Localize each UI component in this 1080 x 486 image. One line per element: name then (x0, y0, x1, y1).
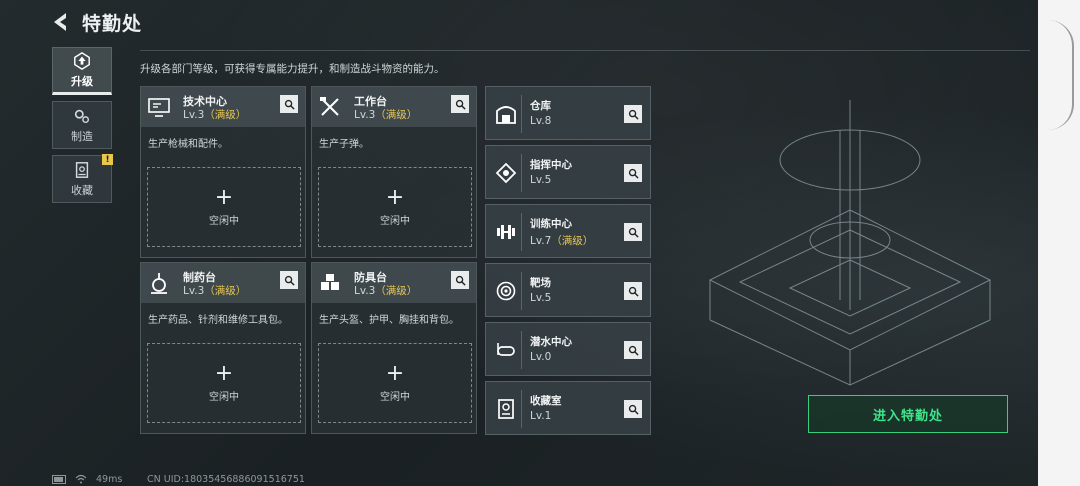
card-level: Lv.3（满级） (354, 109, 418, 121)
header-divider (140, 50, 1030, 51)
card-description: 生产药品、针剂和维修工具包。 (148, 315, 288, 326)
search-icon (628, 168, 639, 179)
collection-room-icon (497, 399, 514, 419)
facility-level: Lv.1 (530, 410, 552, 422)
enter-special-ops-button[interactable]: 进入特勤处 (808, 395, 1008, 433)
pharmacy-icon (151, 273, 167, 294)
nav-label: 升级 (71, 74, 93, 88)
nav-label: 制造 (71, 129, 93, 143)
facility-card-workbench: 工作台 Lv.3（满级） 生产子弹。 + 空闲中 (311, 86, 477, 258)
card-level: Lv.3（满级） (354, 285, 418, 297)
card-description: 生产头盔、护甲、胸挂和背包。 (319, 315, 459, 326)
card-level: Lv.3（满级） (183, 109, 247, 121)
add-icon: + (214, 184, 234, 210)
inspect-button[interactable] (280, 95, 298, 113)
wifi-icon (75, 474, 87, 484)
facility-row-shooting-range[interactable]: 靶场 Lv.5 (485, 263, 651, 317)
slot-status: 空闲中 (209, 391, 239, 403)
warehouse-icon (495, 106, 516, 124)
inspect-button[interactable] (624, 105, 642, 123)
diving-mask-icon (496, 343, 515, 356)
card-level: Lv.3（满级） (183, 285, 247, 297)
armor-bench-icon (321, 274, 339, 290)
card-header: 技术中心 Lv.3（满级） (141, 87, 305, 127)
slot-status: 空闲中 (380, 215, 410, 227)
target-icon (496, 281, 515, 301)
nav-tab-craft[interactable]: 制造 (52, 101, 112, 149)
facility-level: Lv.5 (530, 292, 552, 304)
gears-icon (74, 109, 90, 123)
facility-level: Lv.8 (530, 115, 552, 127)
facility-row-command-center[interactable]: 指挥中心 Lv.5 (485, 145, 651, 199)
search-icon (284, 99, 295, 110)
search-icon (455, 99, 466, 110)
idle-production-slot[interactable]: + 空闲中 (147, 167, 301, 247)
facility-row-warehouse[interactable]: 仓库 Lv.8 (485, 86, 651, 140)
facility-name: 指挥中心 (530, 159, 572, 171)
facility-level: Lv.0 (530, 351, 552, 363)
nav-tab-upgrade[interactable]: 升级 (52, 47, 112, 95)
facility-name: 仓库 (530, 100, 551, 112)
dumbbell-icon (496, 225, 515, 239)
facility-name: 潜水中心 (530, 336, 572, 348)
slot-status: 空闲中 (209, 215, 239, 227)
command-center-icon (495, 162, 516, 184)
slot-status: 空闲中 (380, 391, 410, 403)
search-icon (628, 227, 639, 238)
tech-center-icon (148, 98, 170, 117)
device-edge (1038, 0, 1080, 486)
user-uid: CN UID:18035456886091516751 (147, 474, 305, 485)
workbench-icon (320, 97, 339, 116)
search-icon (628, 109, 639, 120)
facility-card-armor-bench: 防具台 Lv.3（满级） 生产头盔、护甲、胸挂和背包。 + 空闲中 (311, 262, 477, 434)
add-icon: + (385, 184, 405, 210)
nav-tab-collection[interactable]: 收藏 ! (52, 154, 113, 203)
facility-row-collection-room[interactable]: 收藏室 Lv.1 (485, 381, 651, 435)
card-description: 生产子弹。 (319, 139, 369, 150)
page-title: 特勤处 (82, 13, 143, 35)
inspect-button[interactable] (624, 341, 642, 359)
nav-label: 收藏 (71, 183, 93, 197)
base-hologram-art (708, 100, 992, 386)
facility-level: Lv.7（满级） (530, 235, 594, 247)
add-icon: + (385, 360, 405, 386)
inspect-button[interactable] (624, 164, 642, 182)
back-arrow-icon[interactable] (50, 10, 74, 34)
add-icon: + (214, 360, 234, 386)
card-header: 制药台 Lv.3（满级） (141, 263, 305, 303)
page-subtitle: 升级各部门等级，可获得专属能力提升，和制造战斗物资的能力。 (140, 63, 445, 75)
inspect-button[interactable] (451, 271, 469, 289)
inspect-button[interactable] (280, 271, 298, 289)
card-description: 生产枪械和配件。 (148, 139, 228, 150)
facility-level: Lv.5 (530, 174, 552, 186)
collection-icon (75, 161, 89, 178)
idle-production-slot[interactable]: + 空闲中 (318, 167, 472, 247)
search-icon (628, 286, 639, 297)
search-icon (284, 275, 295, 286)
inspect-button[interactable] (624, 223, 642, 241)
idle-production-slot[interactable]: + 空闲中 (318, 343, 472, 423)
search-icon (455, 275, 466, 286)
inspect-button[interactable] (451, 95, 469, 113)
facility-card-pharmacy: 制药台 Lv.3（满级） 生产药品、针剂和维修工具包。 + 空闲中 (140, 262, 306, 434)
facility-name: 收藏室 (530, 395, 562, 407)
facility-row-training-center[interactable]: 训练中心 Lv.7（满级） (485, 204, 651, 258)
inspect-button[interactable] (624, 282, 642, 300)
search-icon (628, 404, 639, 415)
facility-name: 训练中心 (530, 218, 572, 230)
upgrade-icon (74, 51, 90, 70)
idle-production-slot[interactable]: + 空闲中 (147, 343, 301, 423)
card-header: 防具台 Lv.3（满级） (312, 263, 476, 303)
inspect-button[interactable] (624, 400, 642, 418)
facility-row-diving-center[interactable]: 潜水中心 Lv.0 (485, 322, 651, 376)
search-icon (628, 345, 639, 356)
card-header: 工作台 Lv.3（满级） (312, 87, 476, 127)
facility-card-tech-center: 技术中心 Lv.3（满级） 生产枪械和配件。 + 空闲中 (140, 86, 306, 258)
facility-name: 靶场 (530, 277, 551, 289)
ping-readout: 49ms (96, 474, 123, 485)
battery-icon (52, 475, 66, 484)
warning-badge: ! (102, 154, 113, 165)
